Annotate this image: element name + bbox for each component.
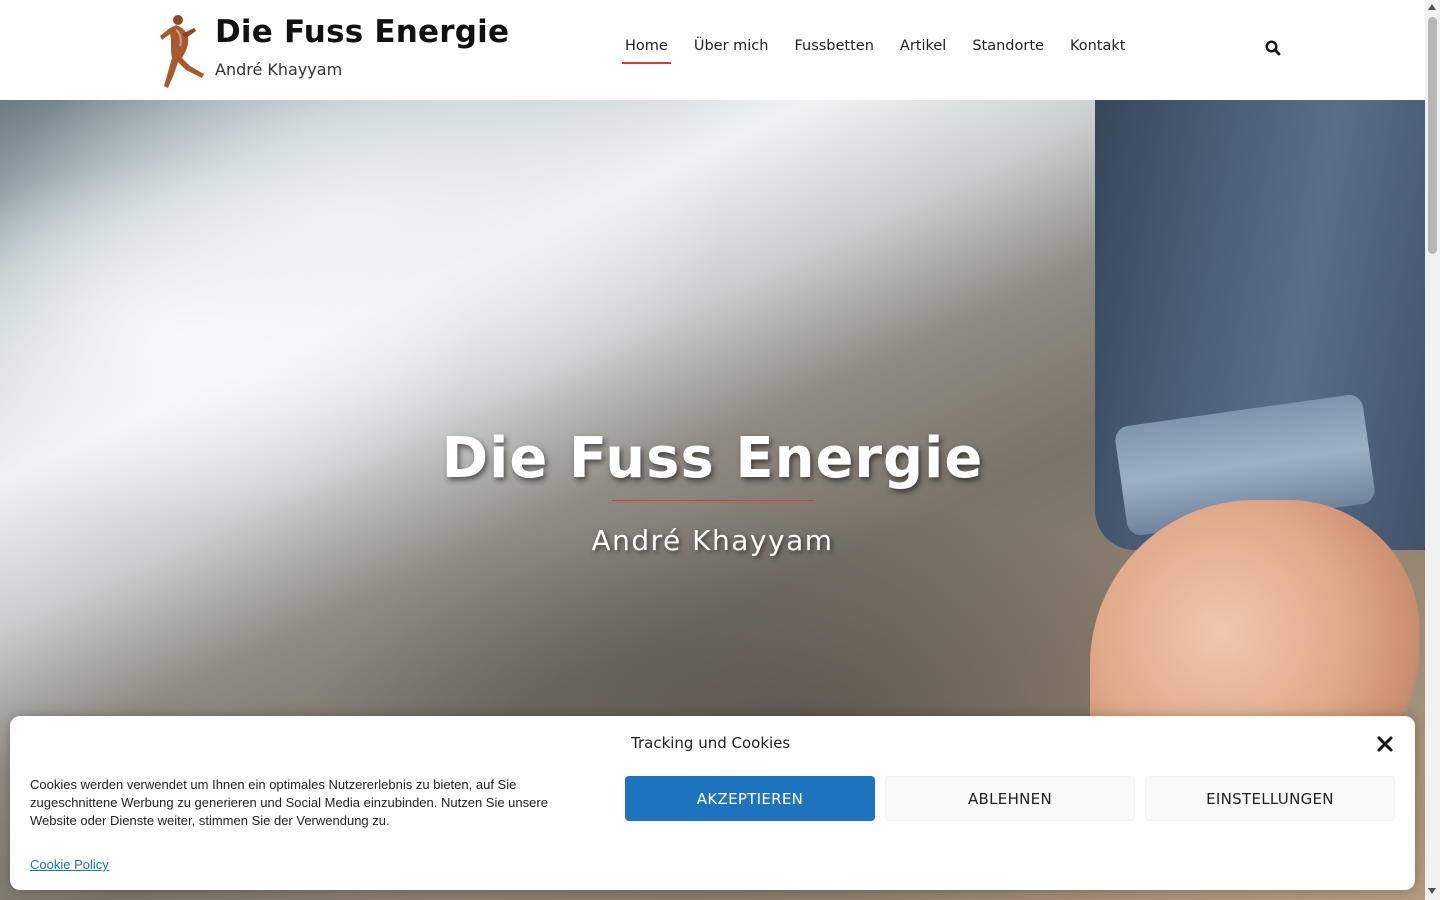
deny-cookies-button[interactable]: ABLEHNEN — [885, 776, 1135, 821]
nav-item-kontakt[interactable]: Kontakt — [1070, 36, 1126, 64]
cookie-banner-title: Tracking und Cookies — [631, 734, 791, 752]
hero-divider — [612, 500, 814, 501]
search-icon — [1265, 40, 1281, 56]
search-button[interactable] — [1264, 39, 1282, 57]
cookie-banner: Tracking und Cookies Cookies werden verw… — [10, 716, 1415, 890]
nav-item-home[interactable]: Home — [622, 36, 671, 64]
cookie-policy-link[interactable]: Cookie Policy — [30, 857, 109, 872]
nav-item-standorte[interactable]: Standorte — [972, 36, 1044, 64]
running-figure-logo[interactable] — [160, 14, 212, 90]
close-icon — [1377, 736, 1393, 752]
nav-item-ueber-mich[interactable]: Über mich — [694, 36, 769, 64]
site-title[interactable]: Die Fuss Energie — [215, 14, 509, 50]
scroll-down-arrow-icon[interactable] — [1428, 888, 1436, 894]
hero-subtitle: André Khayyam — [591, 524, 834, 557]
hero-title: Die Fuss Energie — [441, 426, 984, 491]
nav-item-fussbetten[interactable]: Fussbetten — [794, 36, 873, 64]
page: Die Fuss Energie André Khayyam Home Über… — [0, 0, 1440, 900]
cookie-close-button[interactable] — [1374, 733, 1396, 755]
accept-cookies-button[interactable]: AKZEPTIEREN — [625, 776, 875, 821]
scrollbar-thumb[interactable] — [1428, 17, 1437, 254]
scroll-up-arrow-icon[interactable] — [1428, 4, 1436, 10]
cookie-banner-text: Cookies werden verwendet um Ihnen ein op… — [30, 777, 548, 828]
running-figure-icon — [160, 15, 204, 88]
cookie-settings-button[interactable]: EINSTELLUNGEN — [1145, 776, 1395, 821]
site-header: Die Fuss Energie André Khayyam Home Über… — [0, 0, 1425, 100]
nav-item-artikel[interactable]: Artikel — [900, 36, 946, 64]
main-nav: Home Über mich Fussbetten Artikel Stando… — [612, 36, 1138, 64]
site-tagline: André Khayyam — [215, 60, 343, 79]
